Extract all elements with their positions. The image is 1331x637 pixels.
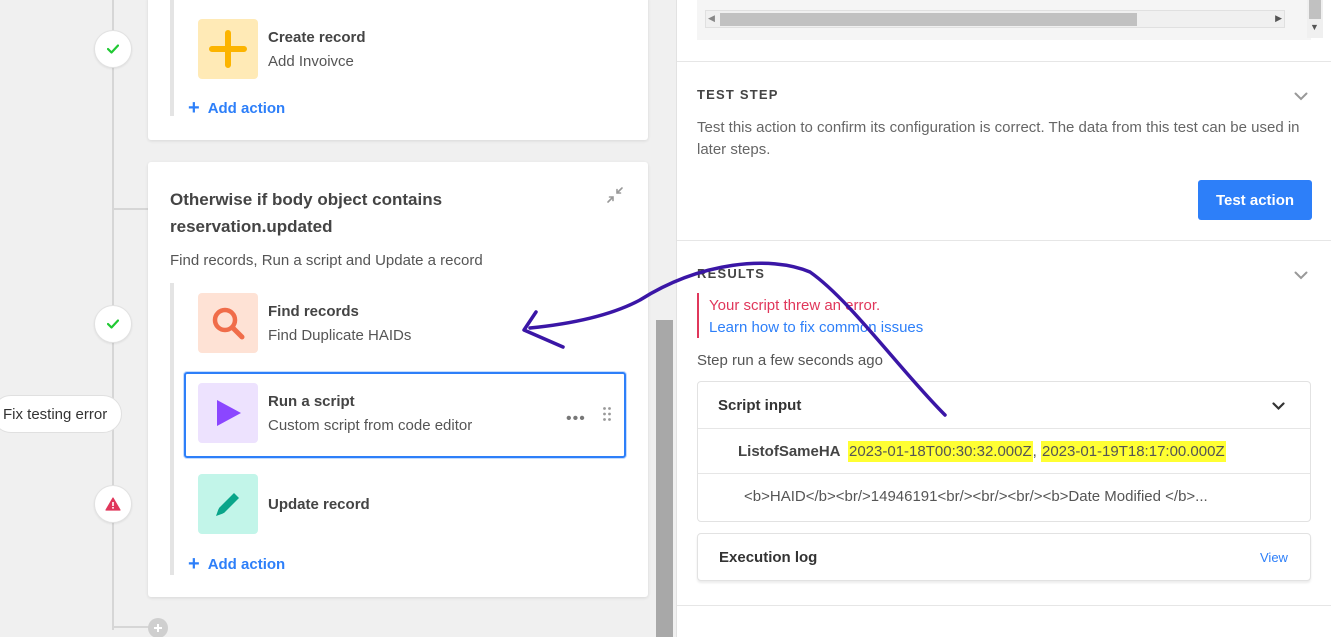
input-value: 2023-01-18T00:30:32.000Z, 2023-01-19T18:…	[848, 441, 1226, 462]
condition-card: Otherwise if body object contains reserv…	[148, 162, 648, 597]
plus-icon: +	[188, 553, 200, 575]
plus-icon	[154, 624, 162, 632]
drag-handle-icon[interactable]	[602, 406, 612, 427]
condition-subtitle: Find records, Run a script and Update a …	[170, 252, 483, 269]
help-link[interactable]: Learn how to fix common issues	[709, 319, 947, 336]
test-action-button[interactable]: Test action	[1198, 180, 1312, 220]
success-status-node[interactable]	[94, 305, 132, 343]
action-title: Run a script	[268, 392, 355, 410]
script-input-title[interactable]: Script input	[718, 397, 801, 414]
canvas-scrollbar[interactable]	[656, 0, 676, 637]
update-record-tile	[198, 474, 258, 534]
plus-icon	[209, 30, 247, 68]
run-script-tile	[198, 383, 258, 443]
action-subtitle: Find Duplicate HAIDs	[268, 326, 412, 344]
code-preview: ◀ ▶ ▼	[697, 0, 1323, 40]
vertical-scrollbar[interactable]: ▼	[1307, 0, 1323, 38]
chevron-down-icon[interactable]	[1272, 398, 1285, 416]
value-separator: ,	[1032, 443, 1041, 460]
execution-log-title: Execution log	[719, 549, 818, 566]
success-status-node[interactable]	[94, 30, 132, 68]
horizontal-scrollbar[interactable]: ◀ ▶	[705, 10, 1285, 28]
chevron-down-icon[interactable]	[1294, 88, 1308, 106]
action-subtitle: Add Invoivce	[268, 52, 354, 70]
more-options-button[interactable]: •••	[566, 410, 586, 428]
add-action-button[interactable]: + Add action	[188, 554, 285, 574]
create-record-tile	[198, 19, 258, 79]
scrollbar-thumb[interactable]	[656, 320, 673, 637]
branch-connector	[112, 208, 148, 210]
step-run-time: Step run a few seconds ago	[697, 352, 883, 369]
fix-testing-error-pill[interactable]: Fix testing error	[0, 395, 123, 433]
input-key: ListofSameHA	[738, 443, 841, 460]
action-update-record[interactable]: Update record	[198, 474, 370, 534]
collapse-icon[interactable]	[606, 186, 624, 209]
search-icon	[212, 307, 245, 340]
step-config-panel: ◀ ▶ ▼ TEST STEP Test this action to conf…	[676, 0, 1331, 637]
action-title: Create record	[268, 28, 366, 46]
branch-connector	[112, 626, 152, 628]
scroll-down-icon[interactable]: ▼	[1310, 22, 1319, 32]
card-rail	[170, 0, 174, 116]
scrollbar-thumb[interactable]	[1309, 0, 1321, 19]
pencil-icon	[216, 493, 239, 516]
condition-title: Otherwise if body object contains reserv…	[170, 190, 443, 236]
workflow-canvas: Fix testing error Create record Add Invo…	[0, 0, 656, 637]
action-run-script[interactable]: Run a script Custom script from code edi…	[198, 383, 472, 443]
add-branch-button[interactable]	[148, 618, 168, 637]
action-subtitle: Custom script from code editor	[268, 416, 473, 434]
play-icon	[217, 400, 241, 426]
action-find-records[interactable]: Find records Find Duplicate HAIDs	[198, 293, 411, 353]
section-divider	[677, 61, 1331, 62]
highlighted-date: 2023-01-19T18:17:00.000Z	[1040, 441, 1226, 462]
find-records-tile	[198, 293, 258, 353]
check-icon	[107, 319, 119, 329]
execution-log-panel: Execution log View	[697, 533, 1311, 581]
card-rail	[170, 283, 174, 575]
plus-icon: +	[188, 97, 200, 119]
test-step-description: Test this action to confirm its configur…	[697, 119, 1300, 158]
script-input-panel: Script input ListofSameHA 2023-01-18T00:…	[697, 381, 1311, 522]
action-title: Update record	[268, 495, 370, 513]
error-message: Your script threw an error. Learn how to…	[697, 293, 947, 338]
scrollbar-thumb[interactable]	[720, 13, 1137, 26]
add-action-label: Add action	[207, 555, 286, 573]
scroll-right-icon[interactable]: ▶	[1275, 13, 1282, 24]
view-log-link[interactable]: View	[1260, 550, 1288, 565]
script-input-row: ListofSameHA 2023-01-18T00:30:32.000Z, 2…	[698, 428, 1310, 474]
section-divider	[677, 240, 1331, 241]
action-title: Find records	[268, 302, 359, 320]
condition-card: Create record Add Invoivce + Add action	[148, 0, 648, 140]
chevron-down-icon[interactable]	[1294, 267, 1308, 285]
add-action-button[interactable]: + Add action	[188, 98, 285, 118]
error-status-node[interactable]	[94, 485, 132, 523]
error-text: Your script threw an error.	[709, 297, 881, 314]
highlighted-date: 2023-01-18T00:30:32.000Z	[848, 441, 1033, 462]
section-divider	[677, 605, 1331, 606]
script-input-value-html: <b>HAID</b><br/>14946191<br/><br/><br/><…	[744, 488, 1208, 505]
action-create-record[interactable]: Create record Add Invoivce	[198, 19, 366, 79]
scroll-left-icon[interactable]: ◀	[708, 13, 715, 24]
check-icon	[107, 44, 119, 54]
results-heading: RESULTS	[697, 266, 766, 281]
add-action-label: Add action	[207, 99, 286, 117]
fix-pill-label: Fix testing error	[3, 405, 108, 423]
test-step-heading: TEST STEP	[697, 87, 779, 102]
warning-icon	[105, 497, 121, 511]
